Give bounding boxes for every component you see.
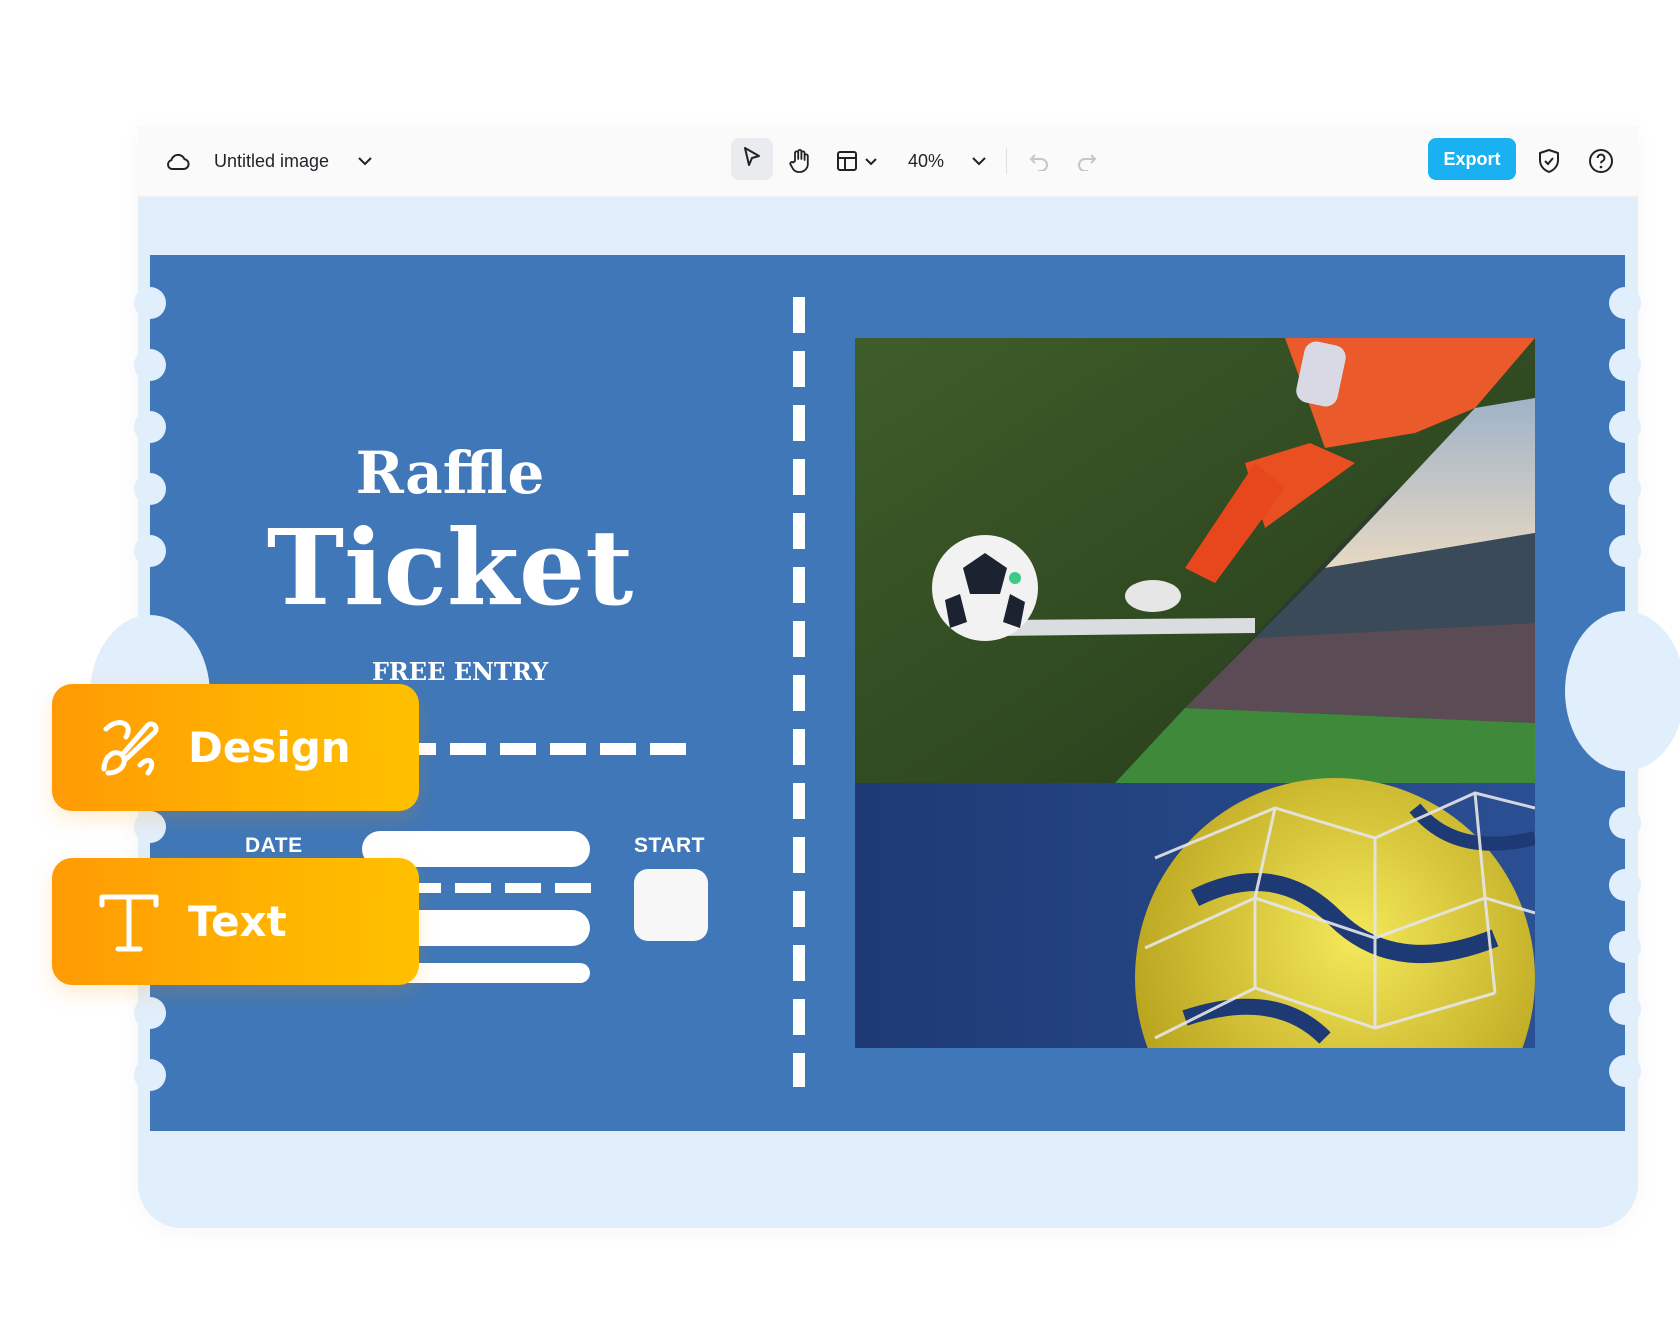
start-time-box[interactable] [634, 869, 708, 941]
ticket-notch [1609, 993, 1641, 1025]
ticket-title-raffle[interactable]: Raffle [240, 442, 660, 504]
ticket-notch [134, 811, 166, 843]
text-chip[interactable]: Text [52, 858, 419, 985]
pointer-icon [742, 146, 762, 173]
ticket-notch [134, 1059, 166, 1091]
top-toolbar: Untitled image 40% Export [138, 126, 1638, 197]
ticket-notch [134, 349, 166, 381]
soccer-photo-collage[interactable] [855, 338, 1535, 1048]
dashed-divider [405, 883, 595, 893]
dashed-divider [400, 743, 700, 755]
text-chip-label: Text [188, 897, 287, 946]
document-title[interactable]: Untitled image [214, 147, 329, 175]
ticket-notch [134, 997, 166, 1029]
hand-icon[interactable] [785, 146, 815, 176]
ticket-notch [1609, 869, 1641, 901]
shield-check-icon[interactable] [1534, 146, 1564, 176]
cloud-icon[interactable] [164, 148, 192, 176]
ticket-notch [1609, 411, 1641, 443]
ticket-notch [1609, 931, 1641, 963]
select-tool-button[interactable] [731, 138, 773, 180]
zoom-level[interactable]: 40% [908, 147, 944, 175]
redo-icon[interactable] [1074, 148, 1100, 174]
design-chip-label: Design [188, 723, 351, 772]
ticket-notch [134, 287, 166, 319]
ticket-notch [1609, 287, 1641, 319]
text-type-icon [94, 887, 164, 957]
ticket-notch [134, 473, 166, 505]
ticket-notch-large [1565, 611, 1680, 771]
ticket-notch [1609, 535, 1641, 567]
undo-icon[interactable] [1026, 148, 1052, 174]
design-chip[interactable]: Design [52, 684, 419, 811]
ticket-notch [1609, 807, 1641, 839]
zoom-chevron-icon[interactable] [968, 150, 990, 172]
ticket-title-ticket[interactable]: Ticket [240, 513, 660, 623]
chevron-down-icon[interactable] [354, 150, 376, 172]
date-label[interactable]: DATE [245, 834, 303, 858]
start-label[interactable]: START [634, 834, 705, 858]
help-icon[interactable] [1586, 146, 1616, 176]
layout-icon[interactable] [834, 148, 860, 174]
export-button[interactable]: Export [1428, 138, 1516, 180]
ticket-notch [134, 535, 166, 567]
ticket-notch [134, 411, 166, 443]
toolbar-divider [1006, 148, 1007, 174]
brush-icon [94, 713, 164, 783]
perforation-line [793, 297, 805, 1087]
ticket-subtitle[interactable]: FREE ENTRY [320, 657, 600, 687]
ticket-notch [1609, 349, 1641, 381]
layout-chevron-icon[interactable] [862, 152, 880, 170]
ticket-notch [1609, 1055, 1641, 1087]
ticket-notch [1609, 473, 1641, 505]
